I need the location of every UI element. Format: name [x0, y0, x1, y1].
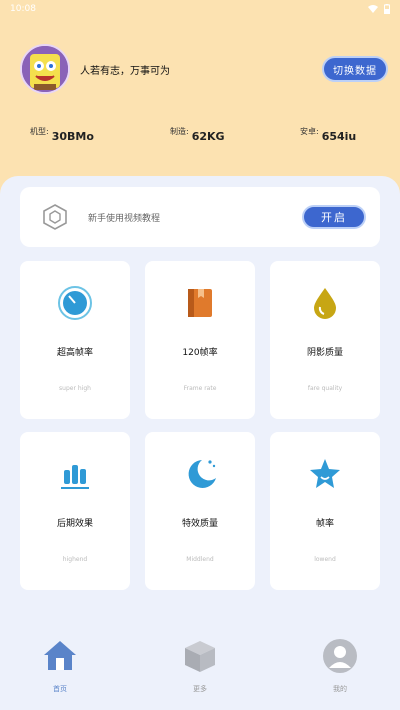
book-icon: [188, 289, 212, 317]
profile-header: 人若有志，万事可为 切换数据: [20, 44, 388, 94]
card-super-frame-rate[interactable]: 超高帧率 super high: [20, 261, 130, 419]
card-title: 超高帧率: [56, 348, 93, 358]
card-subtitle: lowend: [314, 556, 336, 563]
star-icon: [310, 459, 340, 488]
spec-model-value: 30BMo: [51, 130, 94, 143]
card-post-effects[interactable]: 后期效果 highend: [20, 432, 130, 590]
card-title: 120帧率: [182, 348, 218, 358]
card-title: 特效质量: [181, 519, 218, 529]
card-title: 阴影质量: [306, 348, 343, 358]
tutorial-label: 新手使用视频教程: [88, 213, 161, 224]
cube-icon: [185, 641, 215, 672]
status-time: 10:08: [10, 4, 36, 14]
drop-icon: [314, 288, 336, 319]
switch-data-button[interactable]: 切换数据: [322, 56, 388, 82]
bar-chart-icon: [61, 465, 89, 489]
card-subtitle: fare quality: [307, 385, 343, 392]
bottom-nav: 首页 更多 我的: [0, 620, 400, 710]
nav-label: 首页: [53, 685, 67, 693]
card-title: 后期效果: [56, 519, 93, 529]
spec-android-value: 654iu: [321, 130, 357, 143]
spec-android-label: 安卓:: [300, 127, 319, 136]
status-bar: 10:08: [0, 0, 400, 18]
card-subtitle: highend: [62, 556, 88, 563]
nav-label: 更多: [193, 685, 207, 693]
spec-make-label: 制造:: [170, 127, 189, 136]
card-120-frame-rate[interactable]: 120帧率 Frame rate: [145, 261, 255, 419]
sponge-avatar-image: [22, 46, 68, 92]
spec-make-value: 62KG: [191, 130, 225, 143]
slogan-text: 人若有志，万事可为: [80, 65, 170, 77]
spec-model-label: 机型:: [30, 127, 49, 136]
tutorial-card: 新手使用视频教程 开启: [20, 187, 380, 247]
card-subtitle: super high: [59, 385, 91, 392]
card-subtitle: Middlend: [186, 556, 214, 563]
avatar[interactable]: [20, 44, 70, 94]
nav-item-home[interactable]: 首页: [30, 638, 90, 694]
wifi-icon: [368, 5, 378, 13]
hexagon-settings-icon: [43, 204, 67, 230]
user-icon: [323, 639, 357, 673]
home-icon: [44, 641, 76, 670]
nav-label: 我的: [333, 685, 347, 693]
card-title: 帧率: [315, 519, 334, 529]
status-icons: [368, 4, 390, 14]
moon-icon: [188, 460, 216, 488]
card-effect-quality[interactable]: 特效质量 Middlend: [145, 432, 255, 590]
spec-make: 制造: 62KG: [170, 126, 225, 143]
card-frame-rate[interactable]: 帧率 lowend: [270, 432, 380, 590]
spec-model: 机型: 30BMo: [30, 126, 94, 143]
spec-android: 安卓: 654iu: [300, 126, 356, 143]
nav-item-me[interactable]: 我的: [310, 638, 370, 694]
open-button[interactable]: 开启: [302, 205, 366, 229]
nav-item-more[interactable]: 更多: [170, 638, 230, 694]
card-shadow-quality[interactable]: 阴影质量 fare quality: [270, 261, 380, 419]
battery-icon: [384, 4, 390, 14]
card-subtitle: Frame rate: [183, 385, 217, 392]
device-specs: 机型: 30BMo 制造: 62KG 安卓: 654iu: [0, 126, 400, 146]
stopwatch-icon: [58, 286, 92, 320]
